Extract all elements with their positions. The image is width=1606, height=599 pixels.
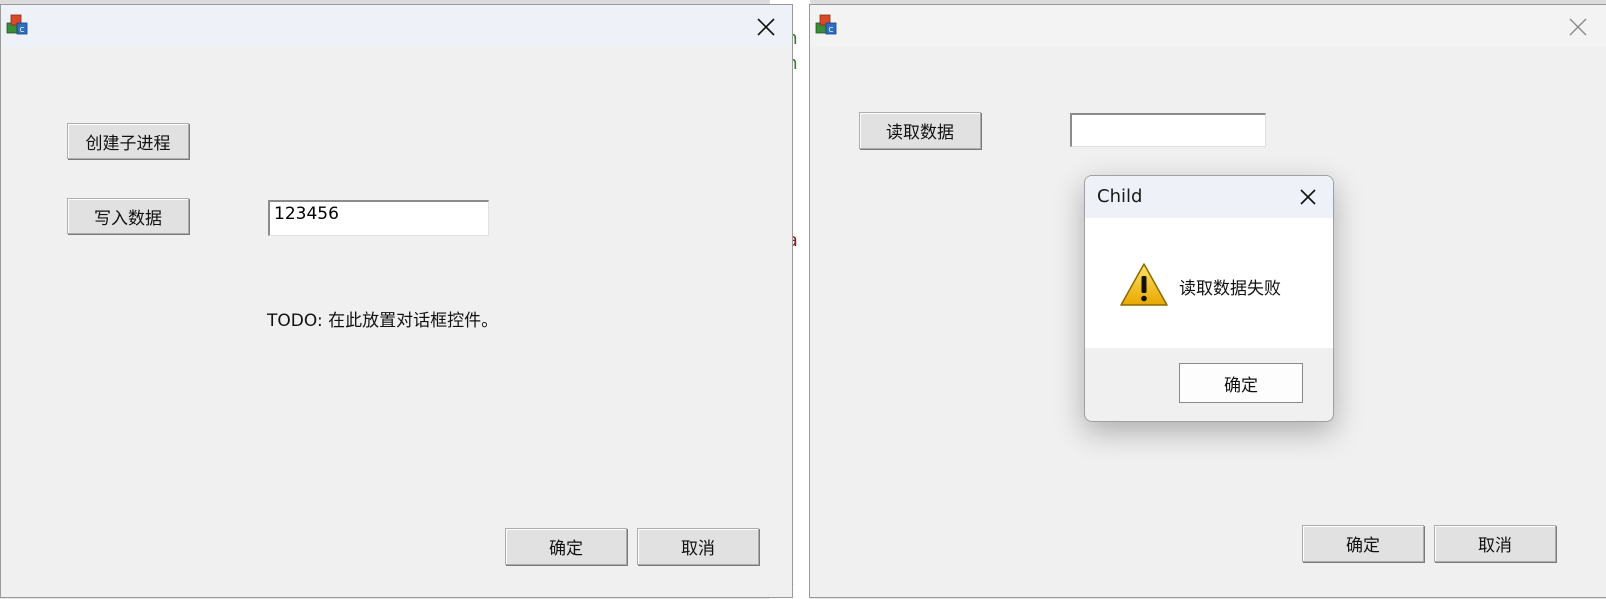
child-titlebar: C: [810, 5, 1606, 47]
app-icon: C: [815, 14, 837, 35]
child-data-input[interactable]: [1070, 113, 1266, 147]
close-icon: [1569, 18, 1587, 36]
read-data-button[interactable]: 读取数据: [859, 112, 981, 149]
svg-text:C: C: [20, 26, 25, 34]
parent-titlebar: C: [1, 5, 792, 47]
close-button[interactable]: [1562, 11, 1594, 43]
app-icon: C: [6, 14, 28, 35]
close-icon: [1300, 189, 1316, 205]
message-box-ok-button[interactable]: 确定: [1179, 363, 1303, 403]
cancel-button[interactable]: 取消: [1434, 525, 1556, 562]
message-box-close-button[interactable]: [1293, 182, 1323, 212]
todo-label: TODO: 在此放置对话框控件。: [267, 311, 499, 331]
parent-data-input[interactable]: 123456: [268, 200, 489, 236]
close-icon: [757, 18, 775, 36]
ok-button[interactable]: 确定: [1302, 525, 1424, 562]
svg-text:C: C: [829, 26, 834, 34]
ok-button[interactable]: 确定: [505, 528, 627, 565]
create-child-process-button[interactable]: 创建子进程: [67, 123, 189, 159]
message-box-titlebar: Child: [1085, 176, 1333, 218]
cancel-button[interactable]: 取消: [637, 528, 759, 565]
message-box-title: Child: [1097, 186, 1143, 207]
message-text: 读取数据失败: [1179, 279, 1281, 299]
parent-dialog-window: C 创建子进程 写入数据 123456 TODO: 在此放置对话框控件。 确定 …: [0, 4, 793, 598]
warning-icon: [1120, 263, 1168, 306]
message-box: Child 读取数据失败 确定: [1084, 175, 1334, 422]
close-button[interactable]: [750, 11, 782, 43]
write-data-button[interactable]: 写入数据: [67, 198, 189, 234]
message-box-body: 读取数据失败: [1085, 218, 1333, 348]
